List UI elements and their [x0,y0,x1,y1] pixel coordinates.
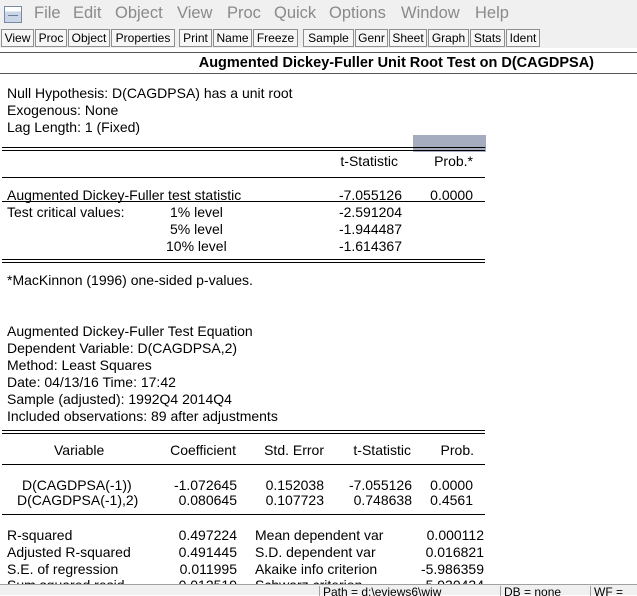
status-message [0,586,321,596]
rule [2,259,485,260]
menu-proc[interactable]: Proc [227,4,261,23]
window-icon[interactable] [4,6,22,23]
stat-label: R-squared [7,527,73,543]
status-bar: Path = d:\eviews6\wiw DB = none WF = [0,584,637,596]
included-observations: Included observations: 89 after adjustme… [7,408,278,424]
title-bar-extension [600,52,637,74]
ident-button[interactable]: Ident [506,29,540,47]
menu-window[interactable]: Window [401,4,460,23]
stat-value: -5.986359 [420,561,484,577]
col-header-std-error: Std. Error [264,442,324,458]
stat-value: 0.491445 [178,544,237,560]
critical-level: 5% level [170,221,223,237]
freeze-button[interactable]: Freeze [253,29,298,47]
menu-quick[interactable]: Quick [274,4,316,23]
method: Method: Least Squares [7,357,152,373]
stat-label: Adjusted R-squared [7,544,131,560]
stat-label: S.E. of regression [7,561,119,577]
critical-level: 1% level [170,204,223,220]
graph-button[interactable]: Graph [428,29,469,47]
lag-length: Lag Length: 1 (Fixed) [7,119,141,135]
col-header-tstat: t-Statistic [340,153,398,169]
col-header-prob: Prob. [440,442,474,458]
rule [2,150,485,151]
stat-label: Akaike info criterion [255,561,378,577]
status-path: Path = d:\eviews6\wiw [319,586,495,596]
stat-label: Mean dependent var [255,527,384,543]
stat-value: 0.000112 [426,527,484,543]
sheet-button[interactable]: Sheet [389,29,427,47]
proc-button[interactable]: Proc [35,29,67,47]
object-toolbar: View Proc Object Properties Print Name F… [0,28,637,48]
table-cell-prob: 0.4561 [430,492,473,508]
dependent-variable: Dependent Variable: D(CAGDPSA,2) [7,340,238,356]
view-button[interactable]: View [1,29,34,47]
status-wf: WF = [590,586,637,596]
properties-button[interactable]: Properties [111,29,175,47]
table-cell-variable: D(CAGDPSA(-1),2) [17,492,139,508]
exogenous: Exogenous: None [7,102,119,118]
table-cell-std-error: 0.107723 [265,492,324,508]
critical-level: 10% level [166,238,227,254]
genr-button[interactable]: Genr [355,29,388,47]
null-hypothesis: Null Hypothesis: D(CAGDPSA) has a unit r… [7,85,293,101]
critical-values-label: Test critical values: [7,204,125,220]
rule [2,201,485,202]
rule [2,147,485,148]
table-cell-coefficient: 0.080645 [178,492,237,508]
rule [2,262,485,263]
output-title-bar: Augmented Dickey-Fuller Unit Root Test o… [0,52,600,74]
name-button[interactable]: Name [213,29,252,47]
table-cell-tstat: 0.748638 [353,492,412,508]
menu-bar: File Edit Object View Proc Quick Options… [0,0,637,28]
sample-button[interactable]: Sample [303,29,354,47]
col-header-variable: Variable [54,442,105,458]
menu-view[interactable]: View [177,4,212,23]
rule [2,514,485,515]
col-header-prob: Prob.* [434,153,473,169]
critical-value: -1.944487 [338,221,402,237]
critical-value: -1.614367 [338,238,402,254]
equation-title: Augmented Dickey-Fuller Test Equation [7,323,253,339]
menu-file[interactable]: File [34,4,61,23]
date-time: Date: 04/13/16 Time: 17:42 [7,374,176,390]
stat-value: 0.016821 [425,544,484,560]
col-header-tstat: t-Statistic [353,442,411,458]
menu-object[interactable]: Object [115,4,163,23]
col-header-coefficient: Coefficient [170,442,236,458]
menu-help[interactable]: Help [475,4,509,23]
rule [2,464,485,465]
stat-value: 0.011995 [179,561,237,577]
rule [2,433,485,434]
sample-range: Sample (adjusted): 1992Q4 2014Q4 [7,391,232,407]
footnote: *MacKinnon (1996) one-sided p-values. [7,272,253,288]
menu-options[interactable]: Options [329,4,386,23]
menu-edit[interactable]: Edit [73,4,101,23]
stat-value: 0.497224 [178,527,237,543]
critical-value: -2.591204 [338,204,402,220]
output-title: Augmented Dickey-Fuller Unit Root Test o… [198,55,594,71]
stats-button[interactable]: Stats [470,29,505,47]
stat-label: S.D. dependent var [255,544,376,560]
object-button[interactable]: Object [68,29,110,47]
status-db: DB = none [500,586,587,596]
rule [2,177,485,178]
rule [2,430,485,431]
print-button[interactable]: Print [179,29,212,47]
